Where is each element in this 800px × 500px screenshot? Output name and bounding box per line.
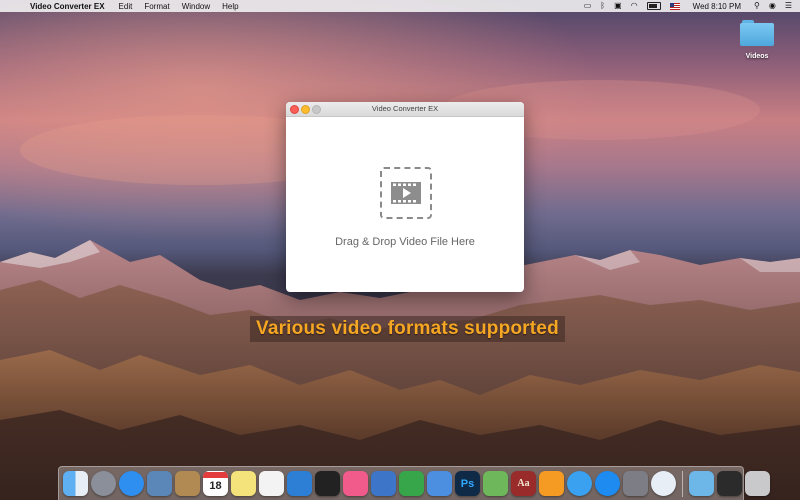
airplay-icon[interactable]: ▭ <box>584 0 592 12</box>
video-file-icon <box>391 182 421 204</box>
status-area: ▭ ᛒ ▣ ◠ Wed 8:10 PM ⚲ ◉ ☰ <box>584 0 792 12</box>
menu-format[interactable]: Format <box>144 2 169 11</box>
menu-app-name[interactable]: Video Converter EX <box>30 2 105 11</box>
dock-downloads-folder-icon[interactable] <box>689 471 714 496</box>
dock-numbers-icon[interactable] <box>399 471 424 496</box>
dock-zoom-z-icon[interactable] <box>651 471 676 496</box>
app-window: Video Converter EX Drag & Drop Video Fil… <box>286 102 524 292</box>
drop-target-box[interactable] <box>380 167 432 219</box>
spotlight-search-icon[interactable]: ⚲ <box>754 0 760 12</box>
battery-icon[interactable] <box>646 2 661 10</box>
notification-center-icon[interactable]: ☰ <box>785 0 792 12</box>
dock-preview-icon[interactable] <box>147 471 172 496</box>
window-titlebar[interactable]: Video Converter EX <box>286 102 524 117</box>
calendar-day-number: 18 <box>209 480 222 492</box>
display-icon[interactable]: ▣ <box>614 0 622 12</box>
dock-calendar-icon[interactable]: 18 <box>203 471 228 496</box>
us-flag-icon[interactable] <box>669 2 680 10</box>
desktop-folder-label: Videos <box>745 53 769 60</box>
dock-reminders-icon[interactable] <box>259 471 284 496</box>
bluetooth-icon[interactable]: ᛒ <box>600 0 605 12</box>
dock-photoshop-icon[interactable]: Ps <box>455 471 480 496</box>
folder-icon <box>740 20 774 46</box>
dock-xcode-icon[interactable] <box>287 471 312 496</box>
siri-icon[interactable]: ◉ <box>769 0 776 12</box>
desktop-folder-videos[interactable]: Videos <box>736 20 778 60</box>
dock: 18 Ps Aa <box>58 466 770 500</box>
dock-trash-icon[interactable] <box>745 471 770 496</box>
dock-messages-icon[interactable] <box>567 471 592 496</box>
dock-itunes-icon[interactable] <box>343 471 368 496</box>
dock-ibooks-icon[interactable] <box>539 471 564 496</box>
menu-help[interactable]: Help <box>222 2 238 11</box>
wifi-icon[interactable]: ◠ <box>631 0 638 12</box>
feature-caption: Various video formats supported <box>250 316 565 342</box>
dock-app-store-icon[interactable] <box>595 471 620 496</box>
dock-dictionary-icon[interactable]: Aa <box>511 471 536 496</box>
menu-bar: Video Converter EX Edit Format Window He… <box>0 0 800 12</box>
dock-converter-window-icon[interactable] <box>717 471 742 496</box>
drop-zone[interactable]: Drag & Drop Video File Here <box>286 117 524 292</box>
dock-maps-icon[interactable] <box>483 471 508 496</box>
window-title: Video Converter EX <box>371 104 439 113</box>
dock-launchpad-icon[interactable] <box>91 471 116 496</box>
dock-finder-icon[interactable] <box>63 471 88 496</box>
menu-clock[interactable]: Wed 8:10 PM <box>693 2 741 11</box>
dock-system-preferences-icon[interactable] <box>623 471 648 496</box>
dock-keynote-present-icon[interactable] <box>427 471 452 496</box>
menu-window[interactable]: Window <box>182 2 210 11</box>
dock-safari-icon[interactable] <box>119 471 144 496</box>
dock-terminal-icon[interactable] <box>315 471 340 496</box>
dock-separator <box>682 470 683 497</box>
dock-notes-icon[interactable] <box>231 471 256 496</box>
menu-edit[interactable]: Edit <box>119 2 133 11</box>
dock-notes-book-icon[interactable] <box>175 471 200 496</box>
drop-instruction-text: Drag & Drop Video File Here <box>335 236 475 248</box>
dock-keynote-icon[interactable] <box>371 471 396 496</box>
